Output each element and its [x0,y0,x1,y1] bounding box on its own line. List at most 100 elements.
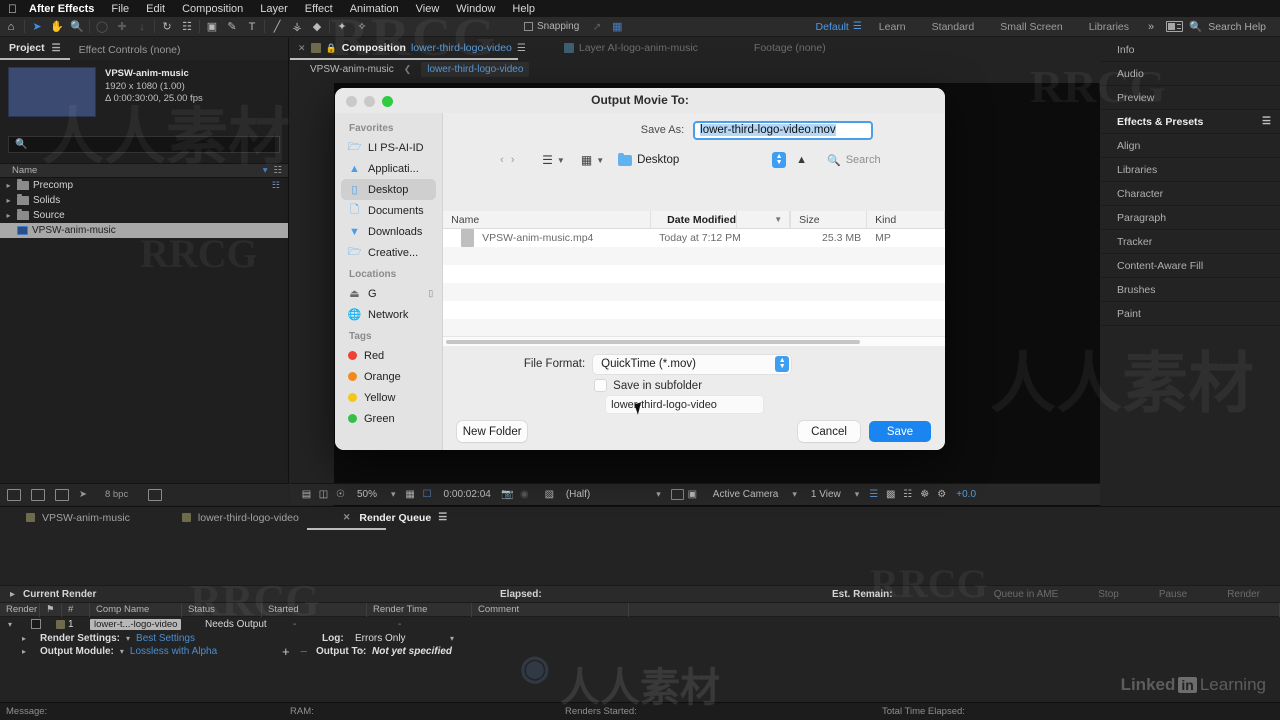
column-comp-name[interactable]: Comp Name [90,602,182,617]
save-in-subfolder-row[interactable]: Save in subfolder [443,375,945,396]
breadcrumb-parent[interactable]: VPSW-anim-music [310,64,394,75]
scrollbar-thumb[interactable] [446,340,861,344]
column-options-icon[interactable]: ☷ [273,165,282,176]
home-icon[interactable]: ⌂ [0,17,22,36]
new-folder-button[interactable]: New Folder [457,421,528,442]
location-dropdown[interactable]: Desktop ▲ ▼ [618,152,787,168]
snapping-toggle[interactable]: Snapping [524,21,579,32]
anchor-point-tool-icon[interactable]: ☷ [177,17,197,36]
shape-tool-icon[interactable]: ▣ [202,17,222,36]
stepper-icon[interactable]: ▲ ▼ [775,356,790,372]
column-number[interactable]: # [62,602,90,617]
panel-align[interactable]: Align [1101,134,1280,158]
sidebar-tag-orange[interactable]: Orange [335,366,442,387]
search-help-field[interactable]: 🔍 Search Help [1189,20,1276,34]
rotation-tool-icon[interactable]: ↻ [157,17,177,36]
zoom-tool-icon[interactable]: 🔍 [67,17,87,36]
workspace-menu-icon[interactable]: ☰ [853,21,862,32]
menu-item-window[interactable]: Window [456,3,495,15]
panel-brushes[interactable]: Brushes [1101,278,1280,302]
roto-brush-tool-icon[interactable]: ✦ [332,17,352,36]
sidebar-item-drive-g[interactable]: ⏏ G ▯ [335,283,442,304]
column-size[interactable]: Size [791,210,868,229]
table-row[interactable]: ▾ 1 lower-t...-logo-video Needs Output -… [0,617,1280,631]
column-render[interactable]: Render [0,602,40,617]
menu-item-composition[interactable]: Composition [182,3,243,15]
always-preview-icon[interactable]: ▤ [298,488,315,502]
region-of-interest-icon[interactable]: ☐ [419,488,436,502]
mask-view-icon[interactable]: ▣ [684,488,701,502]
output-module-value[interactable]: Lossless with Alpha [130,646,217,657]
lock-icon[interactable]: 🔒 [326,43,337,54]
workspace-layout-icon[interactable] [1166,21,1184,32]
horizontal-scrollbar[interactable] [443,336,945,346]
workspace-learn[interactable]: Learn [866,21,919,33]
panel-menu-icon[interactable]: ☰ [1262,116,1271,127]
sidebar-item-applications[interactable]: ▲ Applicati... [335,158,442,179]
comp-flowchart-icon[interactable]: ☸ [916,488,933,502]
tab-render-queue[interactable]: ✕ Render Queue ☰ [331,507,459,528]
tab-composition[interactable]: ✕ 🔒 Composition lower-third-logo-video ☰ [290,38,534,58]
tab-effect-controls[interactable]: Effect Controls (none) [70,44,190,60]
resolution-label[interactable]: (Half) [558,489,598,500]
list-item[interactable]: ▸ Solids [0,193,288,208]
dolly-tool-icon[interactable]: ↓ [132,17,152,36]
close-icon[interactable]: ✕ [343,512,351,523]
reset-exposure-icon[interactable]: ⚙ [933,488,950,502]
output-to-dropdown-icon[interactable]: ▾ [360,647,364,656]
list-item-selected[interactable]: VPSW-anim-music [0,223,288,238]
panel-libraries[interactable]: Libraries [1101,158,1280,182]
workspace-small-screen[interactable]: Small Screen [987,21,1075,33]
brush-tool-icon[interactable]: ╱ [267,17,287,36]
view-group-button[interactable]: ▦ ▼ [581,153,604,167]
menu-item-after-effects[interactable]: After Effects [29,3,94,15]
show-snapshot-icon[interactable]: ◉ [516,488,533,502]
remove-output-module-icon[interactable]: − [300,644,308,659]
panel-content-aware-fill[interactable]: Content-Aware Fill [1101,254,1280,278]
panel-tracker[interactable]: Tracker [1101,230,1280,254]
log-dropdown-icon[interactable]: ▾ [450,634,454,643]
panel-character[interactable]: Character [1101,182,1280,206]
back-forward-icons[interactable]: ‹› [500,154,534,166]
breadcrumb-current[interactable]: lower-third-logo-video [421,62,530,77]
panel-paragraph[interactable]: Paragraph [1101,206,1280,230]
render-checkbox[interactable] [31,619,41,629]
timeline-icon[interactable]: ☷ [899,488,916,502]
save-as-input[interactable]: lower-third-logo-video.mov [693,120,874,140]
save-button[interactable]: Save [869,421,931,442]
panel-effects-presets[interactable]: Effects & Presets ☰ [1101,110,1280,134]
sidebar-tag-yellow[interactable]: Yellow [335,387,442,408]
queue-in-ame-button[interactable]: Queue in AME [974,589,1078,600]
panel-menu-icon[interactable]: ☰ [438,512,447,523]
column-render-time[interactable]: Render Time [367,602,472,617]
list-item[interactable]: ▸ Source [0,208,288,223]
pixel-aspect-icon[interactable]: ☰ [865,488,882,502]
dialog-titlebar[interactable]: Output Movie To: [335,88,945,113]
puppet-pin-tool-icon[interactable]: ✧ [352,17,372,36]
pan-tool-icon[interactable]: ✚ [112,17,132,36]
workspace-standard[interactable]: Standard [919,21,988,33]
pause-button[interactable]: Pause [1139,589,1207,600]
project-search-input[interactable]: 🔍 [8,136,280,153]
menu-item-animation[interactable]: Animation [350,3,399,15]
type-tool-icon[interactable]: T [242,17,262,36]
render-button[interactable]: Render [1207,589,1280,600]
save-in-subfolder-checkbox[interactable] [595,380,607,391]
workspace-libraries[interactable]: Libraries [1076,21,1142,33]
column-label-icon[interactable]: ⚑ [40,602,62,617]
delete-icon[interactable] [148,488,163,501]
new-folder-icon[interactable] [31,488,45,501]
transparency-grid-icon[interactable] [670,489,684,500]
render-settings-dropdown-icon[interactable]: ▾ [120,634,136,643]
render-toggle-icon[interactable]: ☉ [332,488,349,502]
orbit-tool-icon[interactable]: ◯ [92,17,112,36]
row-comp-name[interactable]: lower-t...-logo-video [90,618,182,630]
grid-guides-icon[interactable]: ▦ [402,488,419,502]
render-settings-value[interactable]: Best Settings [136,633,195,644]
sidebar-tag-green[interactable]: Green [335,408,442,429]
disclosure-triangle-icon[interactable]: ▸ [22,634,40,643]
file-row[interactable]: VPSW-anim-music.mp4 Today at 7:12 PM 25.… [443,229,945,247]
list-item[interactable]: ▸ Precomp ☷ [0,178,288,193]
camera-label[interactable]: Active Camera [701,489,787,500]
main-viewer-icon[interactable]: ◫ [315,488,332,502]
